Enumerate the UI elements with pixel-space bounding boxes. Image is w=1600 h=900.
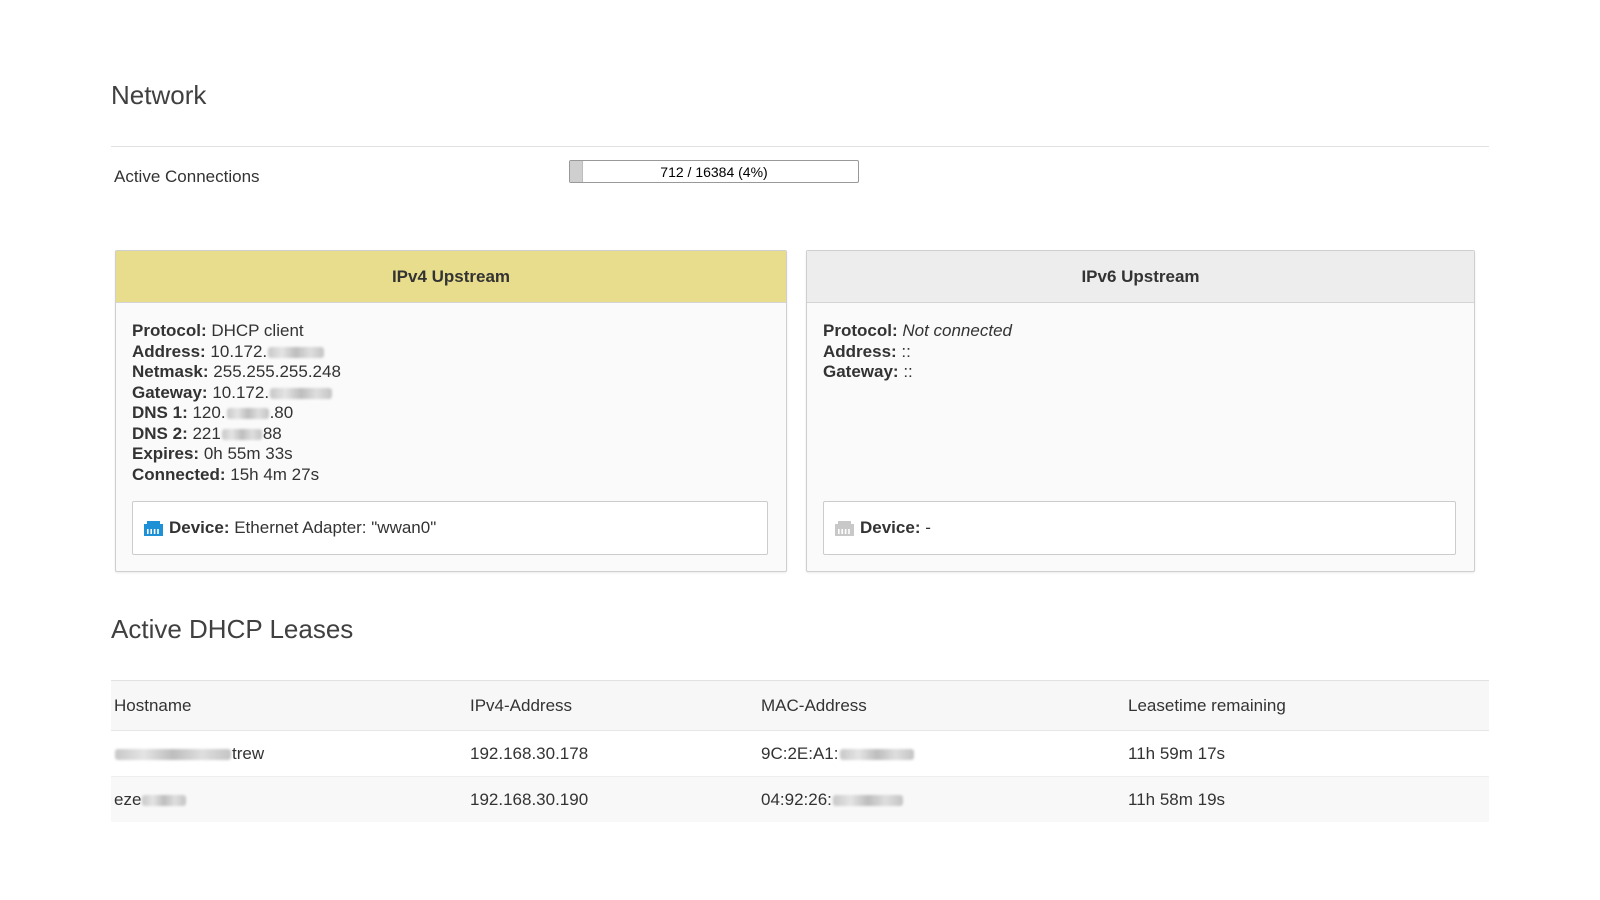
column-header-leasetime: Leasetime remaining [1125,680,1489,731]
ipv4-dns1: DNS 1: 120. .80 [132,403,770,424]
active-connections-value: 712 / 16384 (4%) [660,164,768,180]
hostname-cell: trew [111,730,467,777]
ethernet-port-icon [144,521,163,536]
expires-value: 0h 55m 33s [203,444,293,463]
address-label: Address: [132,341,206,361]
ipv4-connected: Connected: 15h 4m 27s [132,465,770,486]
address-value: :: [901,341,911,361]
ipv4-upstream-title: IPv4 Upstream [116,251,786,303]
ipv4-protocol: Protocol: DHCP client [132,321,770,342]
mac-value: 04:92:26: [761,789,832,809]
dhcp-leases-table: Hostname IPv4-Address MAC-Address Leaset… [111,680,1489,822]
protocol-label: Protocol: [132,321,207,340]
gateway-label: Gateway: [823,362,899,381]
ipv6-upstream-details: Protocol: Not connected Address: :: Gate… [807,303,1474,503]
section-divider [111,146,1489,147]
column-header-mac-address: MAC-Address [758,680,1125,731]
expires-label: Expires: [132,444,200,463]
dns2-value-prefix: 221 [192,423,221,443]
mac-value: 9C:2E:A1: [761,743,839,763]
device-label: Device: [860,518,921,537]
redacted-text [832,794,903,806]
device-value: Ethernet Adapter: "wwan0" [234,518,437,537]
ipv6-device-box: Device: - [823,501,1456,555]
leasetime-cell: 11h 59m 17s [1125,730,1489,777]
ethernet-port-icon [835,521,854,536]
address-value: 10.172. [210,341,268,361]
redacted-text [221,428,262,440]
table-row: eze 192.168.30.190 04:92:26: 11h 58m 19s [111,776,1489,822]
redacted-text [268,346,325,358]
hostname-value: trew [232,743,265,763]
network-status-page: Network Active Connections 712 / 16384 (… [0,0,1600,900]
gateway-label: Gateway: [132,382,208,402]
gateway-value: 10.172. [212,382,270,402]
column-header-hostname: Hostname [111,680,467,731]
ipv6-upstream-title: IPv6 Upstream [807,251,1474,303]
ipv4-cell: 192.168.30.190 [467,776,758,822]
connected-label: Connected: [132,464,226,484]
redacted-text [270,387,333,399]
address-label: Address: [823,341,897,361]
redacted-text [226,408,269,420]
ipv4-expires: Expires: 0h 55m 33s [132,444,770,465]
dns1-value-suffix: .80 [269,403,294,422]
ipv4-upstream-details: Protocol: DHCP client Address: 10.172. N… [116,303,786,503]
network-section-title: Network [111,80,207,110]
table-row: trew 192.168.30.178 9C:2E:A1: 11h 59m 17… [111,730,1489,777]
protocol-value: Not connected [902,321,1012,340]
active-connections-row: Active Connections 712 / 16384 (4%) [111,160,1489,200]
mac-cell: 9C:2E:A1: [758,730,1125,777]
connected-value: 15h 4m 27s [230,464,320,484]
protocol-value: DHCP client [211,321,304,340]
ipv6-protocol: Protocol: Not connected [823,321,1458,342]
protocol-label: Protocol: [823,321,898,340]
hostname-cell: eze [111,776,467,822]
active-connections-label: Active Connections [114,167,260,186]
ipv6-upstream-panel: IPv6 Upstream Protocol: Not connected Ad… [806,250,1475,572]
ipv4-upstream-panel: IPv4 Upstream Protocol: DHCP client Addr… [115,250,787,572]
dns2-value-suffix: 88 [262,423,282,443]
ipv4-address: Address: 10.172. [132,342,770,363]
dns1-value-prefix: 120. [192,403,226,422]
device-value: - [925,518,931,537]
redacted-text [115,748,231,760]
ipv4-netmask: Netmask: 255.255.255.248 [132,362,770,383]
dns2-label: DNS 2: [132,423,188,443]
ipv4-gateway: Gateway: 10.172. [132,383,770,404]
ipv4-cell: 192.168.30.178 [467,730,758,777]
table-header-row: Hostname IPv4-Address MAC-Address Leaset… [111,680,1489,731]
device-label: Device: [169,518,230,537]
column-header-ipv4-address: IPv4-Address [467,680,758,731]
ipv6-gateway: Gateway: :: [823,362,1458,383]
mac-cell: 04:92:26: [758,776,1125,822]
ipv4-dns2: DNS 2: 221 88 [132,424,770,445]
hostname-value: eze [114,789,142,809]
ipv4-device-box: Device: Ethernet Adapter: "wwan0" [132,501,768,555]
redacted-text [142,794,187,806]
ipv6-address: Address: :: [823,342,1458,363]
gateway-value: :: [903,362,913,381]
dns1-label: DNS 1: [132,403,188,422]
netmask-value: 255.255.255.248 [213,362,341,381]
active-connections-progress-bar: 712 / 16384 (4%) [569,160,859,183]
leasetime-cell: 11h 58m 19s [1125,776,1489,822]
dhcp-leases-section-title: Active DHCP Leases [111,614,354,644]
netmask-label: Netmask: [132,362,209,381]
redacted-text [839,748,914,760]
